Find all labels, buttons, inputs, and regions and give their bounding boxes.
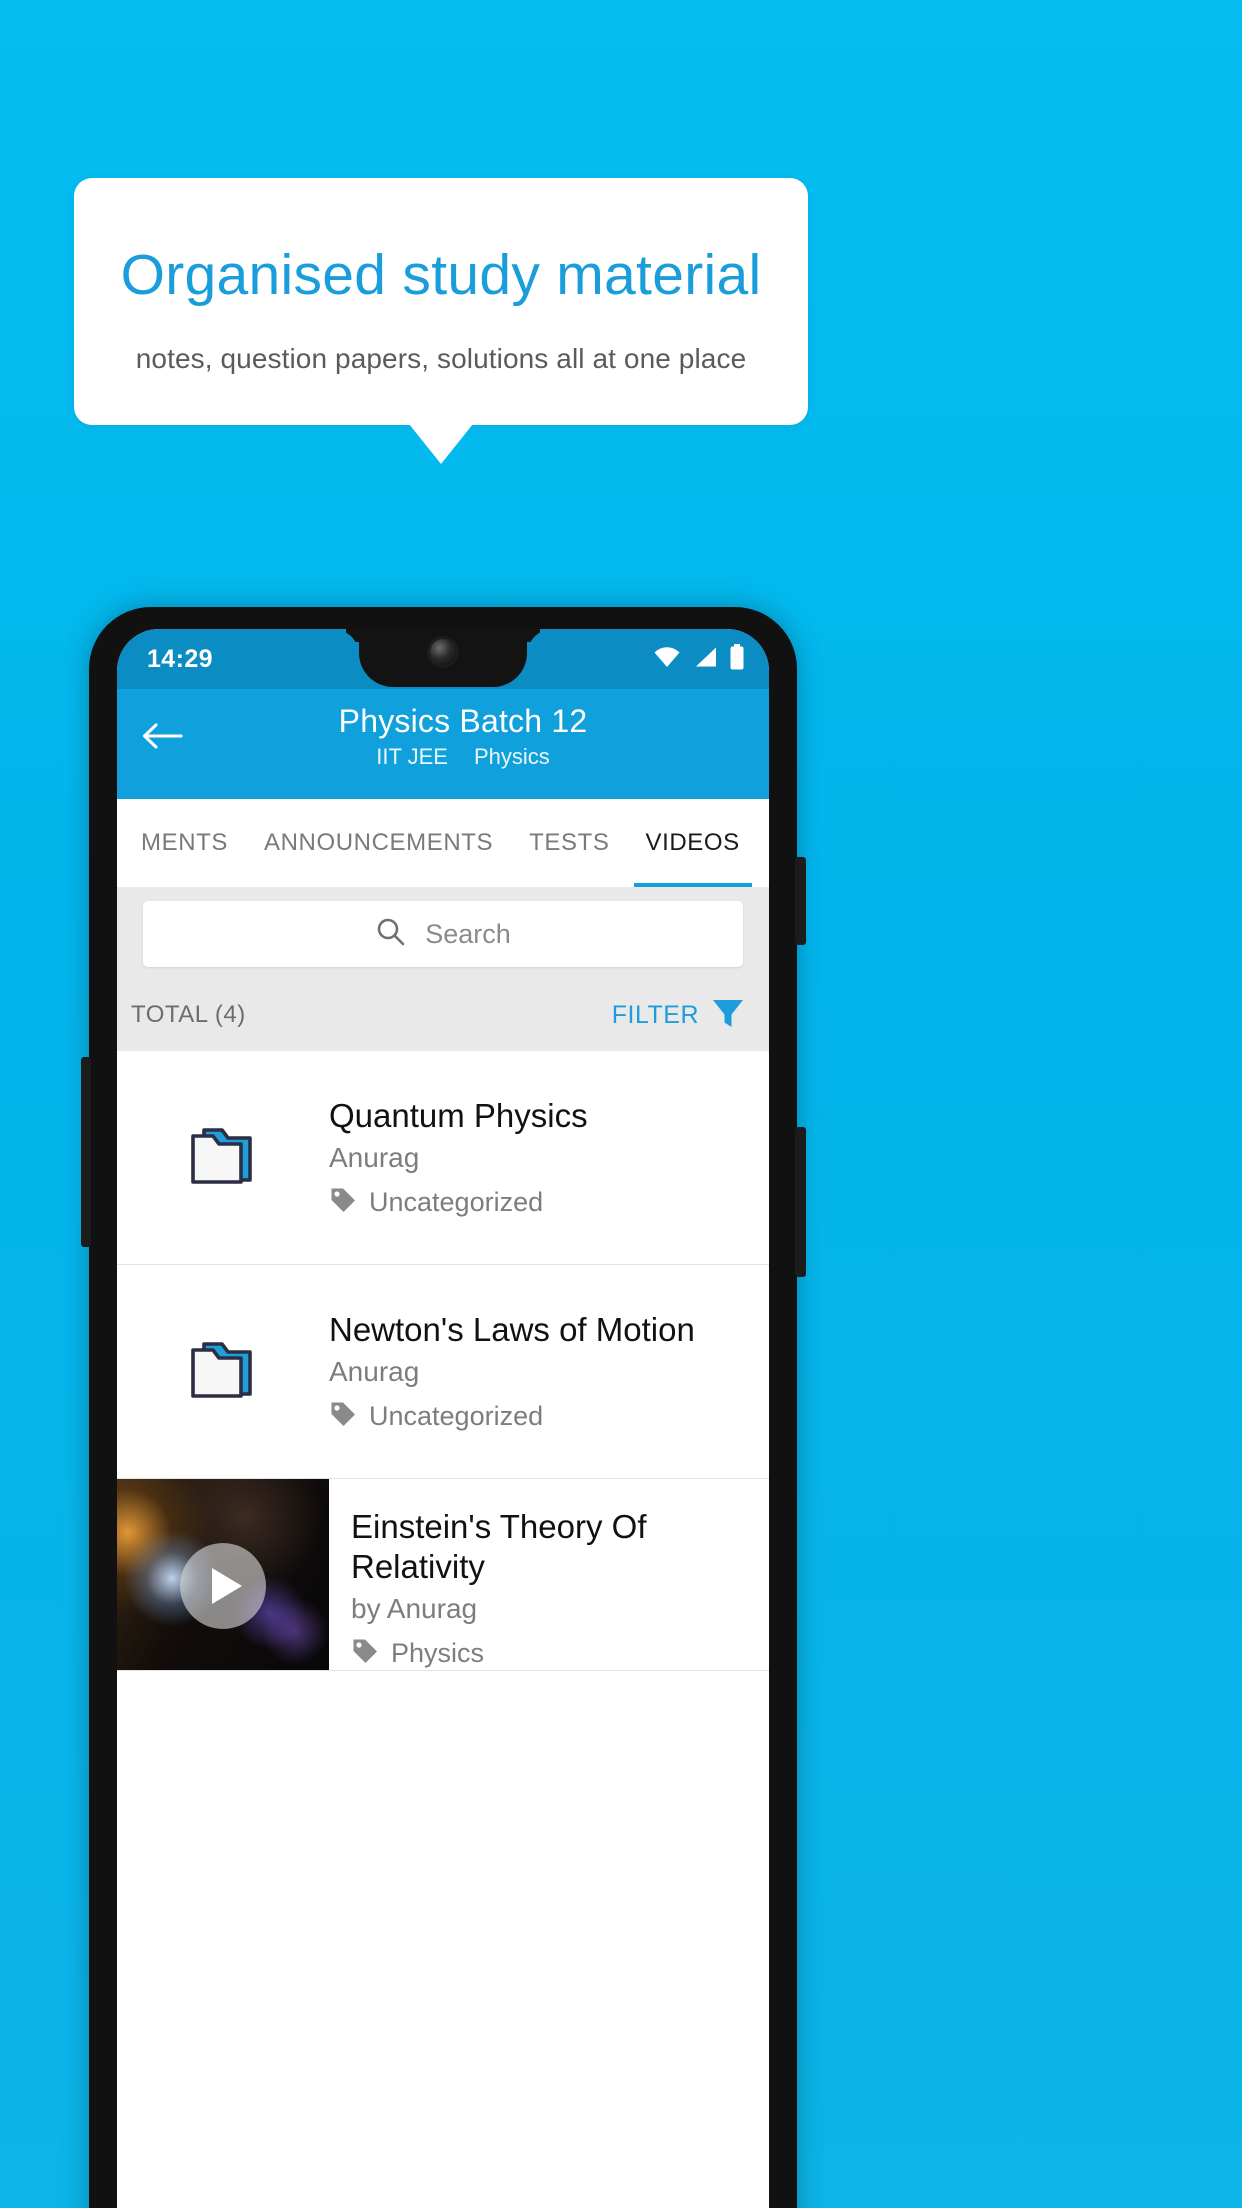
folder-icon <box>186 1336 260 1407</box>
batch-title: Physics Batch 12 <box>338 703 588 739</box>
item-tag-label: Uncategorized <box>369 1187 544 1218</box>
wifi-icon <box>653 646 681 673</box>
tab-videos[interactable]: VIDEOS <box>628 799 758 887</box>
filter-label: FILTER <box>611 1000 699 1029</box>
table-row[interactable]: Newton's Laws of Motion Anurag Uncategor… <box>117 1265 769 1479</box>
item-title: Quantum Physics <box>329 1096 588 1134</box>
batch-meta: IIT JEE Physics <box>157 744 769 770</box>
item-content: Einstein's Theory Of Relativity by Anura… <box>329 1479 769 1670</box>
total-count: TOTAL (4) <box>131 1001 246 1028</box>
phone-screen: 14:29 Physics Batch 12 IIT JEE Physics M… <box>117 629 769 2208</box>
filter-button[interactable]: FILTER <box>612 997 745 1034</box>
app-bar-titles: Physics Batch 12 IIT JEE Physics <box>117 703 769 770</box>
list-header: TOTAL (4) FILTER <box>117 979 769 1051</box>
batch-subject: Physics <box>473 743 550 769</box>
item-content: Newton's Laws of Motion Anurag Uncategor… <box>329 1310 769 1434</box>
item-tag-row: Uncategorized <box>329 1400 753 1433</box>
status-time: 14:29 <box>147 644 213 673</box>
item-author: Anurag <box>329 1356 420 1388</box>
page-title: Organised study material <box>120 242 762 307</box>
item-tag-row: Physics <box>351 1637 753 1670</box>
page-subtitle: notes, question papers, solutions all at… <box>135 343 747 375</box>
item-author: by Anurag <box>351 1593 478 1625</box>
volume-down-button[interactable] <box>795 1127 806 1277</box>
volume-button[interactable] <box>81 1057 91 1247</box>
battery-icon <box>729 643 745 675</box>
play-icon <box>212 1568 242 1605</box>
batch-exam: IIT JEE <box>376 743 448 769</box>
content-list: Quantum Physics Anurag Uncategorized New… <box>117 1051 769 1672</box>
item-tag-row: Uncategorized <box>329 1186 753 1219</box>
phone-mockup: 14:29 Physics Batch 12 IIT JEE Physics M… <box>81 607 806 2208</box>
table-row[interactable]: Quantum Physics Anurag Uncategorized <box>117 1051 769 1265</box>
tag-icon <box>351 1637 379 1670</box>
status-bar: 14:29 <box>117 629 769 689</box>
item-tag-label: Physics <box>391 1638 485 1669</box>
status-icons <box>653 643 745 675</box>
search-input[interactable]: Search <box>143 901 743 967</box>
item-author: Anurag <box>329 1142 420 1174</box>
tab-announcements[interactable]: ANNOUNCEMENTS <box>246 799 511 887</box>
promo-card: Organised study material notes, question… <box>74 178 808 425</box>
item-content: Quantum Physics Anurag Uncategorized <box>329 1096 769 1220</box>
search-section: Search <box>117 887 769 979</box>
item-icon <box>117 1122 329 1193</box>
item-title: Newton's Laws of Motion <box>329 1310 695 1348</box>
back-button[interactable] <box>139 715 185 761</box>
tag-icon <box>329 1186 357 1219</box>
filter-icon <box>711 997 745 1034</box>
search-icon <box>375 916 407 953</box>
play-button[interactable] <box>180 1543 266 1630</box>
folder-icon <box>186 1122 260 1193</box>
item-title: Einstein's Theory Of Relativity <box>351 1508 647 1585</box>
tag-icon <box>329 1400 357 1433</box>
back-arrow-icon <box>141 721 183 756</box>
search-placeholder: Search <box>425 918 511 949</box>
power-button[interactable] <box>795 857 806 945</box>
app-bar: Physics Batch 12 IIT JEE Physics <box>117 689 769 799</box>
promo-card-tail <box>409 424 473 464</box>
tab-ments[interactable]: MENTS <box>123 799 246 887</box>
video-thumbnail[interactable] <box>117 1479 329 1671</box>
tab-tests[interactable]: TESTS <box>511 799 627 887</box>
item-icon <box>117 1336 329 1407</box>
item-tag-label: Uncategorized <box>369 1401 544 1432</box>
signal-icon <box>692 646 718 673</box>
front-camera <box>430 639 456 665</box>
table-row[interactable]: Einstein's Theory Of Relativity by Anura… <box>117 1479 769 1672</box>
tab-bar: MENTS ANNOUNCEMENTS TESTS VIDEOS <box>117 799 769 887</box>
